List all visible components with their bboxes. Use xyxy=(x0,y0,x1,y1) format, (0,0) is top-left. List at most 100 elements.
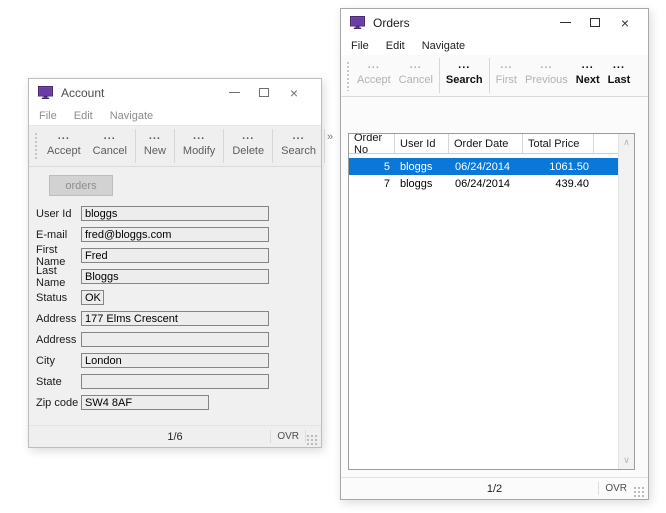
first-button[interactable]: ... First xyxy=(492,55,521,96)
scroll-down-icon[interactable]: ∨ xyxy=(623,452,630,469)
vertical-scrollbar[interactable]: ∧ ∨ xyxy=(618,134,634,469)
new-button[interactable]: ... New xyxy=(138,126,172,166)
form-row: First Name Fred xyxy=(36,244,269,268)
statusbar: 1/6 OVR xyxy=(29,425,321,447)
close-icon: × xyxy=(289,84,299,101)
table-row[interactable]: 7 bloggs 06/24/2014 439.40 xyxy=(349,175,618,192)
form-row: Address 177 Elms Crescent xyxy=(36,311,269,326)
ellipsis-icon: ... xyxy=(500,59,513,71)
address1-label: Address xyxy=(36,312,77,325)
city-label: City xyxy=(36,354,55,367)
menu-file[interactable]: File xyxy=(351,40,369,52)
ellipsis-icon: ... xyxy=(57,129,70,142)
city-field[interactable]: London xyxy=(81,353,269,368)
account-window: Account × File Edit Navigate ... Accept … xyxy=(28,78,333,448)
overwrite-mode-indicator: OVR xyxy=(277,431,299,442)
minimize-button[interactable] xyxy=(550,9,580,36)
table-header-row: Order No User Id Order Date Total Price xyxy=(349,134,618,156)
monitor-icon xyxy=(350,16,365,29)
scroll-up-icon[interactable]: ∧ xyxy=(623,134,630,151)
window-title: Account xyxy=(61,85,105,100)
orders-list-area: Order No User Id Order Date Total Price … xyxy=(341,97,648,477)
orders-window: Orders × File Edit Navigate ... Accept .… xyxy=(340,8,649,500)
search-button[interactable]: ... Search xyxy=(275,126,322,166)
status-field[interactable]: OK xyxy=(81,290,104,305)
cancel-button[interactable]: ... Cancel xyxy=(87,126,133,166)
orders-table: Order No User Id Order Date Total Price … xyxy=(348,133,635,470)
ellipsis-icon: ... xyxy=(581,59,594,71)
maximize-icon xyxy=(590,18,600,27)
ellipsis-icon: ... xyxy=(193,129,206,142)
last-name-label: Last Name xyxy=(36,264,66,289)
orders-navigation-button[interactable]: orders xyxy=(49,175,113,196)
cancel-button[interactable]: ... Cancel xyxy=(395,55,437,96)
modify-button[interactable]: ... Modify xyxy=(177,126,221,166)
next-button[interactable]: ... Next xyxy=(572,55,604,96)
close-icon: × xyxy=(620,14,630,31)
account-titlebar[interactable]: Account × xyxy=(29,79,321,106)
window-title: Orders xyxy=(373,15,410,30)
account-form: User Id bloggs E-mail fred@bloggs.com Fi… xyxy=(36,206,269,416)
ellipsis-icon: ... xyxy=(292,129,305,142)
overwrite-mode-indicator: OVR xyxy=(605,483,627,494)
ellipsis-icon: ... xyxy=(612,59,626,71)
status-label: Status xyxy=(36,291,68,304)
menu-file[interactable]: File xyxy=(39,110,57,122)
email-label: E-mail xyxy=(36,228,68,241)
menubar: File Edit Navigate xyxy=(341,36,648,55)
close-button[interactable]: × xyxy=(279,79,309,106)
minimize-icon xyxy=(559,22,571,23)
monitor-icon xyxy=(38,86,53,99)
accept-button[interactable]: ... Accept xyxy=(41,126,87,166)
column-header-empty[interactable] xyxy=(594,134,618,153)
menu-edit[interactable]: Edit xyxy=(386,40,405,52)
column-header-order-no[interactable]: Order No xyxy=(349,134,395,156)
menubar: File Edit Navigate xyxy=(29,106,321,125)
ellipsis-icon: ... xyxy=(409,59,422,71)
column-header-order-date[interactable]: Order Date xyxy=(449,134,523,153)
address2-field[interactable] xyxy=(81,332,269,347)
maximize-button[interactable] xyxy=(580,9,610,36)
resize-grip[interactable] xyxy=(634,486,645,498)
resize-grip[interactable] xyxy=(307,434,318,446)
address1-field[interactable]: 177 Elms Crescent xyxy=(81,311,269,326)
ellipsis-icon: ... xyxy=(103,129,116,142)
previous-button[interactable]: ... Previous xyxy=(521,55,572,96)
form-row: Last Name Bloggs xyxy=(36,265,269,289)
last-button[interactable]: ... Last xyxy=(604,55,635,96)
minimize-button[interactable] xyxy=(219,79,249,106)
menu-edit[interactable]: Edit xyxy=(74,110,93,122)
user-id-field[interactable]: bloggs xyxy=(81,206,269,221)
maximize-icon xyxy=(259,88,269,97)
toolbar-overflow-chevron-icon[interactable]: » xyxy=(327,126,341,143)
address2-label: Address xyxy=(36,333,77,346)
accept-button[interactable]: ... Accept xyxy=(353,55,395,96)
form-row: City London xyxy=(36,353,269,368)
state-field[interactable] xyxy=(81,374,269,389)
maximize-button[interactable] xyxy=(249,79,279,106)
form-row: Zip code SW4 8AF xyxy=(36,395,269,410)
statusbar: 1/2 OVR xyxy=(341,477,648,499)
email-field[interactable]: fred@bloggs.com xyxy=(81,227,269,242)
ellipsis-icon: ... xyxy=(540,59,553,71)
close-button[interactable]: × xyxy=(610,9,640,36)
menu-navigate[interactable]: Navigate xyxy=(422,40,465,52)
menu-navigate[interactable]: Navigate xyxy=(110,110,153,122)
search-button[interactable]: ... Search xyxy=(442,55,487,96)
orders-titlebar[interactable]: Orders × xyxy=(341,9,648,36)
user-id-label: User Id xyxy=(36,207,72,220)
ellipsis-icon: ... xyxy=(458,59,471,71)
delete-button[interactable]: ... Delete xyxy=(226,126,270,166)
ellipsis-icon: ... xyxy=(242,129,255,142)
column-header-user-id[interactable]: User Id xyxy=(395,134,449,153)
zip-code-field[interactable]: SW4 8AF xyxy=(81,395,209,410)
toolbar: ... Accept ... Cancel ... New ... Modify… xyxy=(29,125,333,167)
toolbar-separator xyxy=(488,58,490,93)
table-row-selected[interactable]: 5 bloggs 06/24/2014 1061.50 xyxy=(349,158,618,175)
column-header-total-price[interactable]: Total Price xyxy=(523,134,594,153)
last-name-field[interactable]: Bloggs xyxy=(81,269,269,284)
toolbar-grip-handle[interactable] xyxy=(345,60,350,91)
first-name-field[interactable]: Fred xyxy=(81,248,269,263)
form-row: Address xyxy=(36,332,269,347)
toolbar-grip-handle[interactable] xyxy=(33,131,38,161)
